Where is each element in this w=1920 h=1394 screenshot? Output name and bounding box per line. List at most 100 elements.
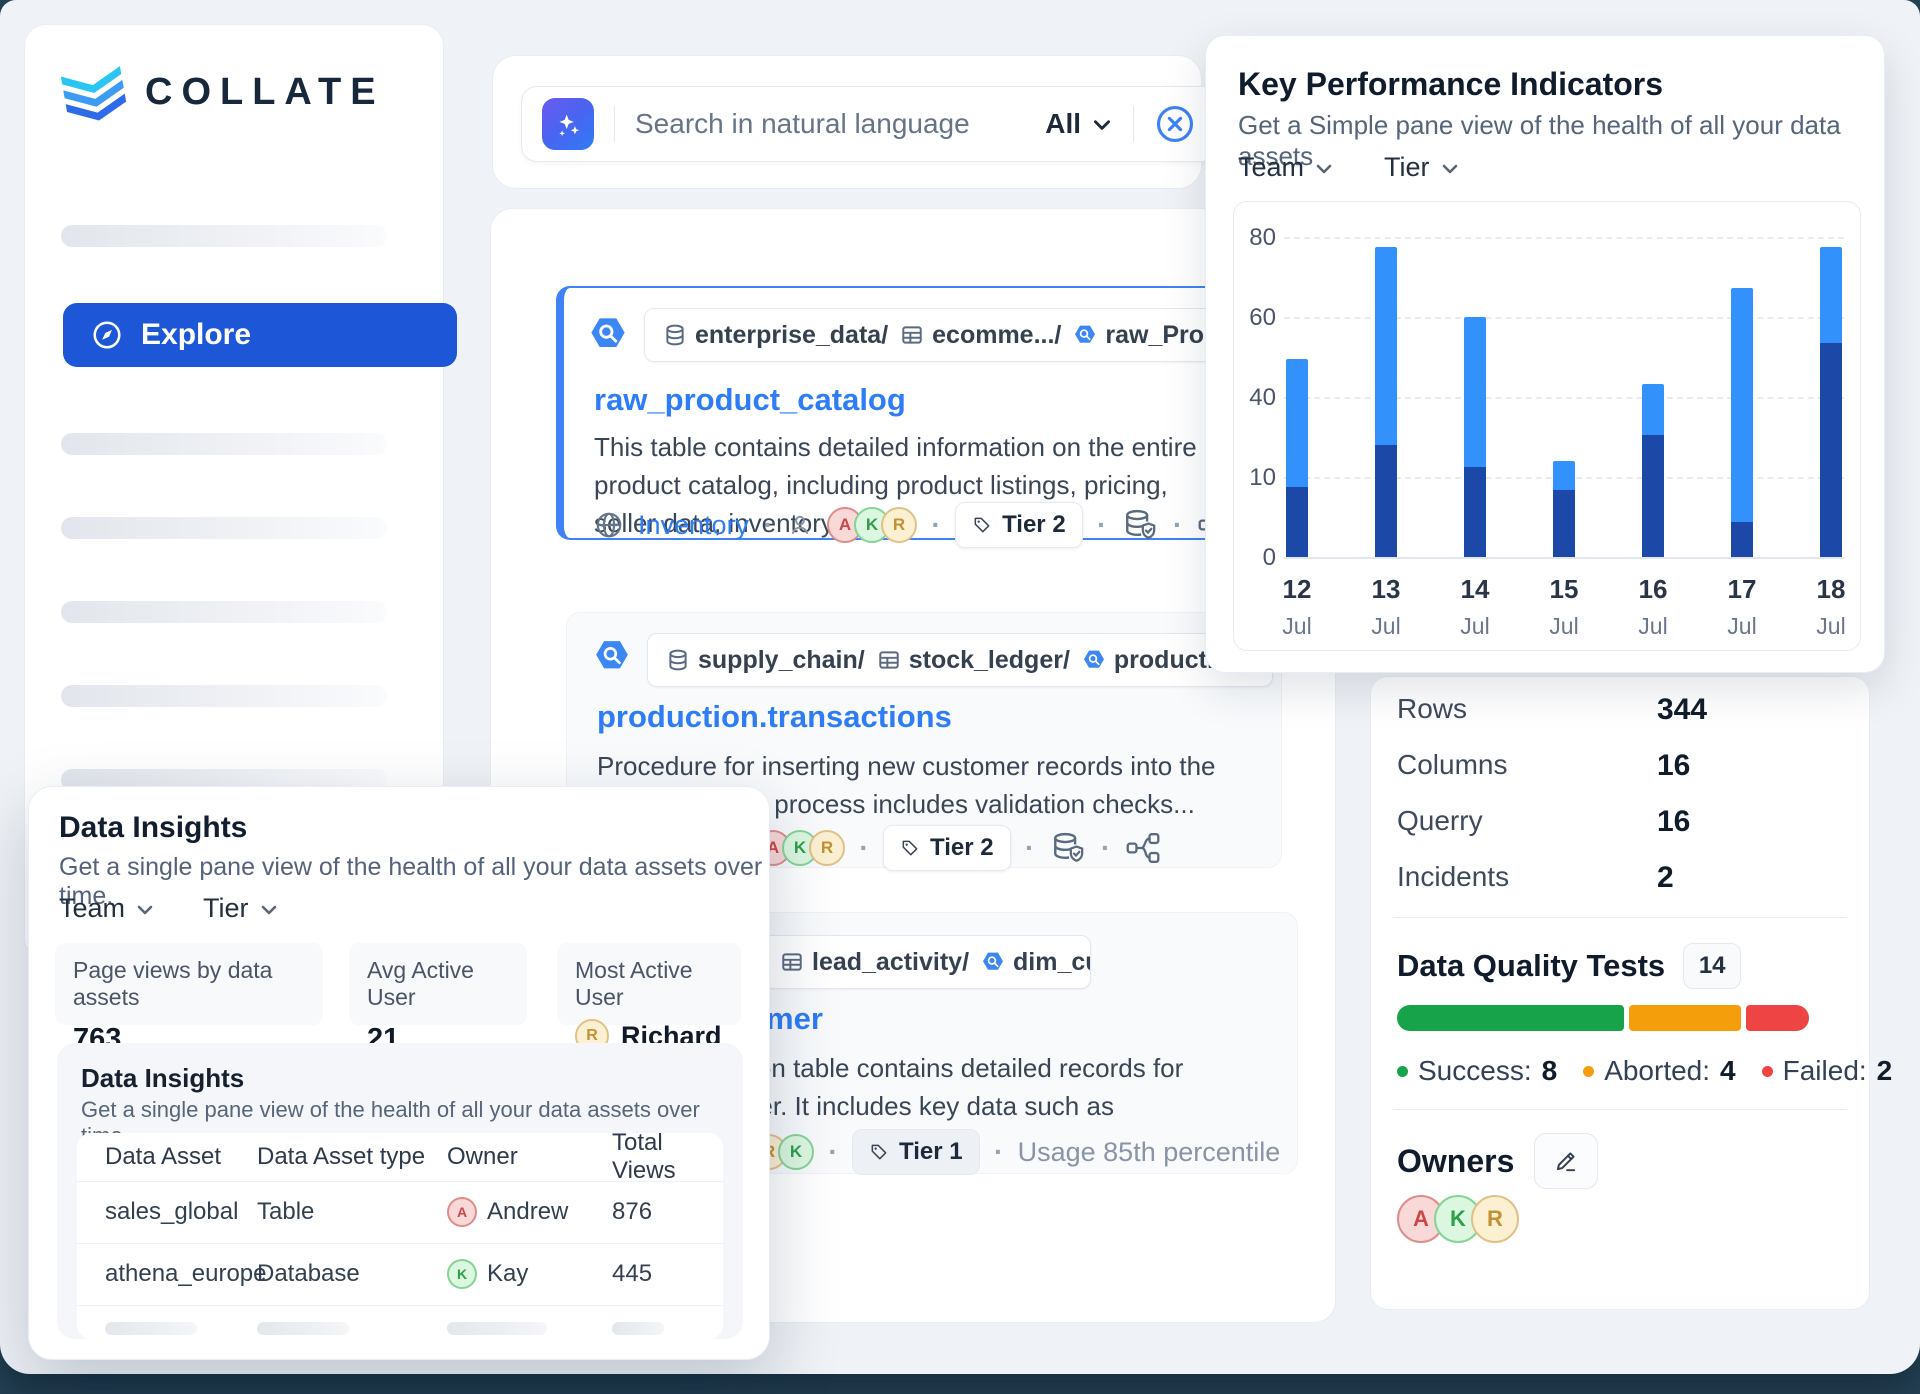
bar-segment-light — [1553, 461, 1575, 490]
search-card: Search in natural language All — [492, 55, 1202, 189]
tier-filter-dropdown[interactable]: Tier — [203, 893, 279, 924]
breadcrumb-segment[interactable]: supply_chain/ — [666, 646, 865, 675]
avatar[interactable]: R — [881, 507, 917, 543]
stat-row: Columns 16 — [1397, 749, 1843, 781]
breadcrumb-segment[interactable]: stock_ledger/ — [877, 646, 1070, 675]
edit-owners-button[interactable] — [1534, 1133, 1598, 1189]
breadcrumb-segment[interactable]: ecomme.../ — [900, 321, 1061, 350]
asset-meta-row: Inventory A K R Tier 2 — [594, 502, 1233, 548]
domain-link[interactable]: Inventory — [638, 510, 749, 541]
stacked-bar — [1730, 237, 1754, 557]
insights-filters: Team Tier — [59, 893, 279, 924]
separator-dot — [931, 509, 941, 541]
breadcrumb-segment[interactable]: lead_activity/ — [780, 948, 969, 977]
bar-segment-dark — [1820, 343, 1842, 557]
breadcrumb[interactable]: lead_activity/ dim_customer — [761, 935, 1091, 989]
table-row[interactable]: athena_europe Database K Kay 445 — [77, 1243, 723, 1306]
breadcrumb[interactable]: enterprise_data/ ecomme.../ raw_Product_… — [644, 308, 1296, 362]
y-tick-label: 10 — [1236, 464, 1276, 492]
avatar[interactable]: K — [778, 1134, 814, 1170]
owners-avatars[interactable]: A K R — [1397, 1195, 1519, 1243]
lineage-icon[interactable] — [1125, 832, 1161, 864]
breadcrumb[interactable]: supply_chain/ stock_ledger/ production.t… — [647, 633, 1273, 687]
separator-dot — [763, 509, 773, 541]
avatar: A — [447, 1197, 477, 1227]
brand-logo[interactable]: COLLATE — [61, 61, 385, 123]
skeleton-bar — [61, 685, 387, 707]
insights-table: Data Asset Data Asset type Owner Total V… — [77, 1133, 723, 1339]
data-quality-icon[interactable] — [1049, 831, 1087, 865]
divider — [1393, 1109, 1847, 1110]
stat-page-views: Page views by data assets 763 — [55, 943, 323, 1025]
skeleton-bar — [61, 601, 387, 623]
tier-filter-label: Tier — [1384, 152, 1430, 183]
stat-value: 2 — [1657, 861, 1674, 895]
tier-badge[interactable]: Tier 2 — [955, 502, 1083, 548]
search-input[interactable]: Search in natural language — [635, 108, 970, 140]
bar-segment-light — [1820, 247, 1842, 343]
aborted-segment — [1629, 1005, 1741, 1031]
globe-icon — [594, 510, 624, 540]
chevron-down-icon — [1314, 158, 1334, 178]
sidebar-item-explore[interactable]: Explore — [63, 303, 457, 367]
stat-label: Columns — [1397, 749, 1507, 781]
tier-badge[interactable]: Tier 2 — [883, 825, 1011, 871]
stat-value: 16 — [1657, 749, 1690, 783]
stat-label: Page views by data assets — [73, 957, 305, 1011]
x-axis-labels: 12Jul13Jul14Jul15Jul16Jul17Jul18Jul — [1285, 574, 1843, 640]
bigquery-icon — [593, 637, 631, 680]
y-tick-label: 0 — [1236, 544, 1276, 572]
tier-badge[interactable]: Tier 1 — [852, 1129, 980, 1175]
search-bar[interactable]: Search in natural language All — [521, 86, 1217, 162]
legend-value: 8 — [1542, 1055, 1558, 1087]
column-header: Total Views — [612, 1133, 723, 1185]
stacked-bar — [1552, 237, 1576, 557]
cell-type: Database — [257, 1260, 360, 1288]
stat-avg-active-user: Avg Active User 21 — [349, 943, 527, 1025]
asset-title-link[interactable]: production.transactions — [597, 699, 952, 735]
stat-value: 16 — [1657, 805, 1690, 839]
table-row[interactable]: sales_global Table A Andrew 876 — [77, 1181, 723, 1244]
avatar[interactable]: R — [809, 830, 845, 866]
database-icon — [666, 648, 690, 672]
x-tick-label: 14Jul — [1445, 574, 1505, 640]
x-tick-label: 15Jul — [1534, 574, 1594, 640]
bar-segment-dark — [1286, 487, 1308, 557]
owner-avatars[interactable]: A K R — [827, 507, 917, 543]
asset-title-link[interactable]: raw_product_catalog — [594, 382, 906, 418]
asset-card-raw-product-catalog[interactable]: enterprise_data/ ecomme.../ raw_Product_… — [556, 286, 1300, 540]
team-filter-dropdown[interactable]: Team — [1238, 152, 1334, 183]
bigquery-icon — [588, 314, 628, 359]
bigquery-icon — [981, 950, 1005, 974]
skeleton-bar — [61, 225, 387, 247]
tier-filter-dropdown[interactable]: Tier — [1384, 152, 1460, 183]
bigquery-icon — [1073, 323, 1097, 347]
search-scope-dropdown[interactable]: All — [1045, 108, 1113, 140]
breadcrumb-segment[interactable]: dim_customer — [981, 948, 1091, 977]
plot-area — [1285, 237, 1843, 557]
legend-aborted: Aborted: 4 — [1583, 1055, 1735, 1087]
insights-inner-panel: Data Insights Get a single pane view of … — [57, 1043, 743, 1339]
column-header: Owner — [447, 1143, 518, 1171]
clear-search-icon[interactable] — [1154, 103, 1196, 145]
separator-dot — [994, 1136, 1004, 1168]
bar-segment-light — [1286, 359, 1308, 487]
test-count-badge[interactable]: 14 — [1683, 943, 1741, 989]
separator-dot — [1097, 509, 1107, 541]
data-quality-icon[interactable] — [1121, 508, 1159, 542]
y-tick-label: 80 — [1236, 224, 1276, 252]
success-dot-icon — [1397, 1066, 1408, 1077]
pencil-icon — [1553, 1148, 1579, 1174]
bar-segment-light — [1464, 317, 1486, 467]
breadcrumb-segment[interactable]: enterprise_data/ — [663, 321, 888, 350]
failed-segment — [1746, 1005, 1809, 1031]
database-icon — [663, 323, 687, 347]
kpi-filters: Team Tier — [1238, 152, 1460, 183]
tag-icon — [900, 838, 920, 858]
team-filter-dropdown[interactable]: Team — [59, 893, 155, 924]
owner-name: Kay — [487, 1260, 528, 1288]
avatar[interactable]: R — [1471, 1195, 1519, 1243]
x-tick-label: 18Jul — [1801, 574, 1861, 640]
explore-label: Explore — [141, 318, 251, 352]
avatar: K — [447, 1259, 477, 1289]
